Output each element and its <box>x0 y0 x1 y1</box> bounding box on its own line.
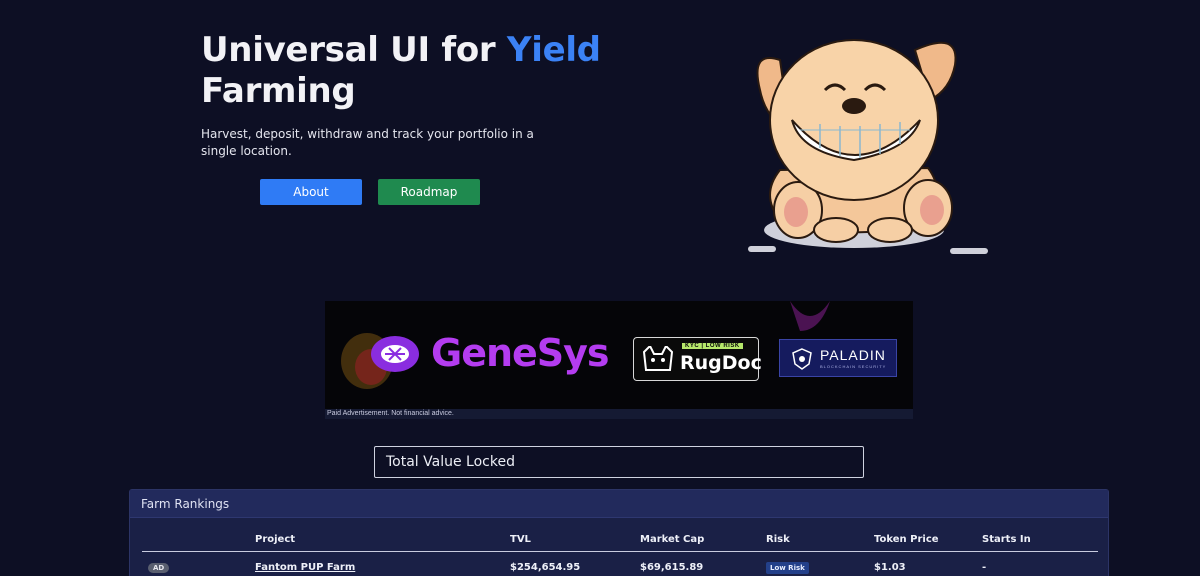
row-starts-in: - <box>982 562 987 573</box>
paladin-badge: PALADIN BLOCKCHAIN SECURITY <box>779 339 897 377</box>
table-row[interactable]: AD Fantom PUP Farm $254,654.95 $69,615.8… <box>142 556 1098 576</box>
col-market-cap[interactable]: Market Cap <box>640 534 704 545</box>
ad-disclaimer: Paid Advertisement. Not financial advice… <box>325 409 913 419</box>
col-token-price[interactable]: Token Price <box>874 534 939 545</box>
ad-badge: AD <box>148 563 170 573</box>
col-risk[interactable]: Risk <box>766 534 790 545</box>
rugdoc-brand: RugDoc <box>680 352 762 374</box>
rugdoc-badge: KYC | LOW RISK RugDoc <box>633 337 762 381</box>
paladin-brand: PALADIN <box>820 347 886 363</box>
col-starts-in[interactable]: Starts In <box>982 534 1031 545</box>
paladin-shield-icon <box>792 348 812 370</box>
project-link[interactable]: Fantom PUP Farm <box>255 562 355 573</box>
hero-subtitle: Harvest, deposit, withdraw and track you… <box>201 127 534 158</box>
roadmap-button[interactable]: Roadmap <box>378 179 480 205</box>
about-button[interactable]: About <box>260 179 362 205</box>
hero-title: Universal UI for Yield Farming <box>201 30 601 112</box>
genesys-logo-icon <box>371 336 419 372</box>
row-tvl: $254,654.95 <box>510 562 581 573</box>
rankings-title: Farm Rankings <box>130 490 1108 518</box>
hero-title-line1: Universal UI for <box>201 30 507 70</box>
table-header: Project TVL Market Cap Risk Token Price … <box>142 530 1098 552</box>
col-tvl[interactable]: TVL <box>510 534 531 545</box>
ad-banner[interactable]: GeneSys KYC | LOW RISK RugDoc PALADIN BL… <box>325 301 913 419</box>
rugdoc-cat-icon <box>642 346 674 371</box>
hero-title-line2: Farming <box>201 71 356 111</box>
genesys-brand: GeneSys <box>431 331 610 375</box>
paladin-subtitle: BLOCKCHAIN SECURITY <box>820 364 887 369</box>
dog-mascot-icon <box>748 39 988 254</box>
tvl-box: Total Value Locked <box>374 446 864 478</box>
risk-badge: Low Risk <box>766 562 809 574</box>
farm-rankings-panel: Farm Rankings Project TVL Market Cap Ris… <box>129 489 1109 576</box>
row-market-cap: $69,615.89 <box>640 562 704 573</box>
col-project[interactable]: Project <box>255 534 295 545</box>
hero-title-accent: Yield <box>506 30 601 70</box>
ad-background-art-2 <box>790 301 830 331</box>
row-token-price: $1.03 <box>874 562 906 573</box>
rugdoc-kyc-tag: KYC | LOW RISK <box>682 343 743 349</box>
